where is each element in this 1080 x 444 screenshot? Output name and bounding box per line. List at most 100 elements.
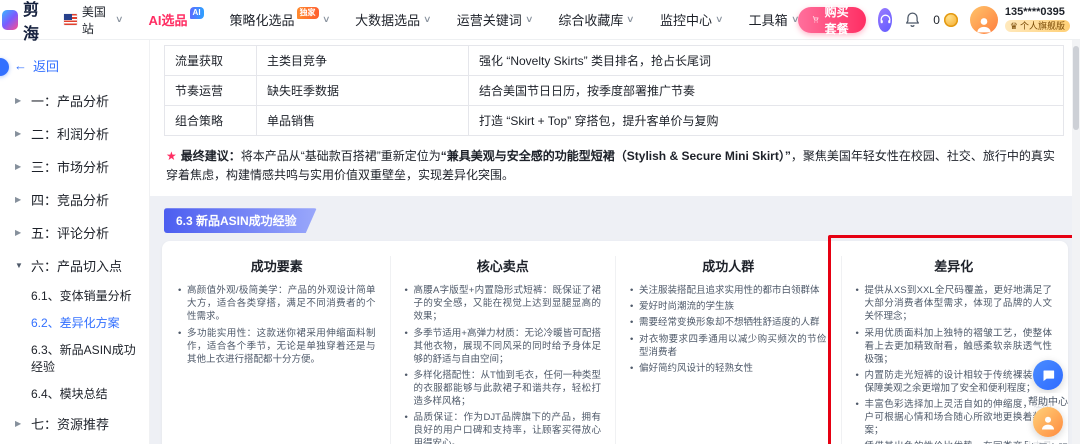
star-icon: ★ [166,149,177,163]
nav-item-6[interactable]: 监控中心 ∨ [659,10,724,29]
cell-category: 组合策略 [164,105,257,136]
nav-item-1[interactable]: AI选品 AI [149,6,204,29]
cell-issue: 缺失旺季数据 [256,75,469,106]
help-center-button[interactable] [1033,360,1063,390]
help-center-widget[interactable]: 帮助中心 [1021,360,1075,408]
cart-icon [813,16,819,23]
nav-item-5[interactable]: 综合收藏库 ∨ [558,10,635,29]
membership-label: 个人旗舰版 [1019,20,1065,31]
sidebar-item-label: 二：利润分析 [31,127,110,142]
cell-category: 节奏运营 [164,75,257,106]
user-account[interactable]: 135****0395 ♛ 个人旗舰版 [969,5,1070,34]
bullet-item: 高颜值外观/极简美学：产品的外观设计简单大方，适合各类穿搭，满足不同消费者的个性… [178,284,376,323]
logo-icon [2,9,18,30]
nav-item-label: 工具箱 [748,13,788,28]
service-person-icon [1042,416,1054,430]
sidebar-item-6[interactable]: ▼ 六：产品切入点 [0,249,149,282]
caret-right-icon: ▶ [15,129,22,138]
nav-item-4[interactable]: 运营关键词 ∨ [456,10,534,29]
advice-text-1: 将本产品从“基础款百搭裙”重新定位为 [240,149,441,163]
sidebar-item-2[interactable]: ▶ 二：利润分析 [0,117,149,150]
nav-item-label: 监控中心 [659,13,712,28]
section-badge: 6.3 新品ASIN成功经验 [164,208,317,233]
crown-icon: ♛ [1009,20,1018,31]
caret-right-icon: ▶ [15,228,22,237]
bullet-item: 品质保证：作为DJT品牌旗下的产品，拥有良好的用户口碑和支持率，让顾客买得放心用… [405,411,602,444]
topbar: 剪海 美国站 ∨ AI选品 AI 策略化选品 独家 ∨ 大数据选品 ∨ 运营关键词 ∨ 综合收藏库… [0,0,1080,43]
back-label: 返回 [33,59,60,74]
bullet-item: 多样化搭配性：从T恤到毛衣，任何一种类型的衣服都能够与此款裙子和谐共存，轻松打造… [405,369,602,408]
experience-card: 成功要素高颜值外观/极简美学：产品的外观设计简单大方，适合各类穿搭，满足不同消费… [162,235,1075,444]
help-center-label: 帮助中心 [1028,393,1068,408]
nav-item-label: 运营关键词 [456,13,522,28]
person-icon [977,17,991,32]
headset-icon [880,14,890,24]
sidebar-subitem[interactable]: 6.3、新品ASIN成功经验 [0,336,149,380]
sidebar-item-4[interactable]: ▶ 四：竞品分析 [0,183,149,216]
table-row: 组合策略 单品销售 打造 “Skirt + Top” 穿搭包，提升客单价与复购 [164,105,1064,136]
nav-item-badge: 独家 [296,6,319,19]
cell-issue: 单品销售 [256,105,469,136]
sidebar-subitem[interactable]: 6.1、变体销量分析 [0,282,149,309]
buy-plan-label: 购买套餐 [824,4,849,36]
sidebar: ← 返回 ▶ 一：产品分析 ▶ 二：利润分析 ▶ 三：市场分析 ▶ 四：竞品分析 ▶ 五：评论分析… [0,40,150,444]
membership-badge: ♛ 个人旗舰版 [1004,19,1070,33]
final-advice: ★ 最终建议：将本产品从“基础款百搭裙”重新定位为“兼具美观与安全感的功能型短裙（… [164,136,1064,186]
sidebar-subitem[interactable]: 6.2、差异化方案 [0,309,149,336]
caret-right-icon: ▶ [15,195,22,204]
strategy-table: 流量获取 主类目竞争 强化 “Novelty Skirts” 类目排名，抢占长尾词节… [164,45,1064,136]
sidebar-item-5[interactable]: ▶ 五：评论分析 [0,216,149,249]
sidebar-item-8[interactable]: ▶八：合规检测 [0,440,149,444]
cell-issue: 主类目竞争 [256,45,469,76]
buy-plan-button[interactable]: 购买套餐 [798,5,866,36]
region-selector[interactable]: 美国站 ∨ [64,3,124,37]
sidebar-item-label: 一：产品分析 [31,94,110,109]
chevron-down-icon: ∨ [790,14,800,24]
coin-count: 0 [933,12,940,27]
content: ← 返回 ▶ 一：产品分析 ▶ 二：利润分析 ▶ 三：市场分析 ▶ 四：竞品分析 ▶ 五：评论分析… [0,40,1080,444]
coin-icon [943,12,958,27]
region-label: 美国站 [81,4,106,36]
sidebar-item-3[interactable]: ▶ 三：市场分析 [0,150,149,183]
notifications-bell[interactable] [904,11,921,28]
customer-service-button[interactable] [1033,407,1063,437]
bullet-list: 高腰A字版型+内置隐形式短裤：既保证了裙子的安全感，又能在视觉上达到显腿显高的效… [405,284,602,444]
bullet-item: 高腰A字版型+内置隐形式短裤：既保证了裙子的安全感，又能在视觉上达到显腿显高的效… [405,284,602,323]
coin-balance[interactable]: 0 [933,12,958,27]
nav-item-label: 策略化选品 [229,13,295,28]
cell-category: 流量获取 [164,45,257,76]
back-button[interactable]: ← 返回 [0,44,149,84]
chevron-down-icon: ∨ [626,14,635,24]
chevron-down-icon: ∨ [321,14,331,24]
scrollbar-thumb[interactable] [1073,46,1079,130]
sidebar-item-label: 四：竞品分析 [31,193,110,208]
cell-strategy: 强化 “Novelty Skirts” 类目排名，抢占长尾词 [468,45,1064,76]
bullet-item: 对衣物要求四季通用以减少购买频次的节俭型消费者 [630,333,827,359]
caret-right-icon: ▶ [15,419,22,428]
experience-columns: 成功要素高颜值外观/极简美学：产品的外观设计简单大方，适合各类穿搭，满足不同消费… [164,256,1066,444]
nav-item-7[interactable]: 工具箱 ∨ [748,10,800,29]
bullet-item: 爱好时尚潮流的学生族 [630,300,827,313]
sidebar-subitem[interactable]: 6.4、模块总结 [0,380,149,407]
nav-item-3[interactable]: 大数据选品 ∨ [355,10,432,29]
us-flag-icon [64,14,77,25]
customer-service-widget[interactable]: 专属客服 [1021,407,1075,444]
app-logo[interactable]: 剪海 [0,0,64,44]
column-title: 成功人群 [702,259,755,275]
nav-item-2[interactable]: 策略化选品 独家 ∨ [229,6,331,29]
caret-right-icon: ▶ [15,96,22,105]
experience-column-3: 成功人群关注服装搭配且追求实用性的都市白领群体爱好时尚潮流的学生族需要经常变换形… [615,256,841,444]
experience-column-1: 成功要素高颜值外观/极简美学：产品的外观设计简单大方，适合各类穿搭，满足不同消费… [164,256,390,444]
avatar [969,5,998,34]
customer-service-label: 专属客服 [1028,440,1068,444]
sidebar-item-7[interactable]: ▶ 七：资源推荐 [0,407,149,440]
column-title: 核心卖点 [476,259,529,275]
differentiation-section: 流量获取 主类目竞争 强化 “Novelty Skirts” 类目排名，抢占长尾词节… [150,40,1080,197]
customer-service-icon[interactable] [877,7,893,32]
main-panel: 流量获取 主类目竞争 强化 “Novelty Skirts” 类目排名，抢占长尾词节… [150,40,1080,444]
sidebar-item-1[interactable]: ▶ 一：产品分析 [0,84,149,117]
table-row: 节奏运营 缺失旺季数据 结合美国节日日历，按季度部署推广节奏 [164,75,1064,106]
bullet-list: 关注服装搭配且追求实用性的都市白领群体爱好时尚潮流的学生族需要经常变换形象却不想… [630,284,827,375]
sidebar-item-label: 三：市场分析 [31,160,110,175]
bullet-item: 需要经常变换形象却不想牺牲舒适度的人群 [630,316,827,329]
